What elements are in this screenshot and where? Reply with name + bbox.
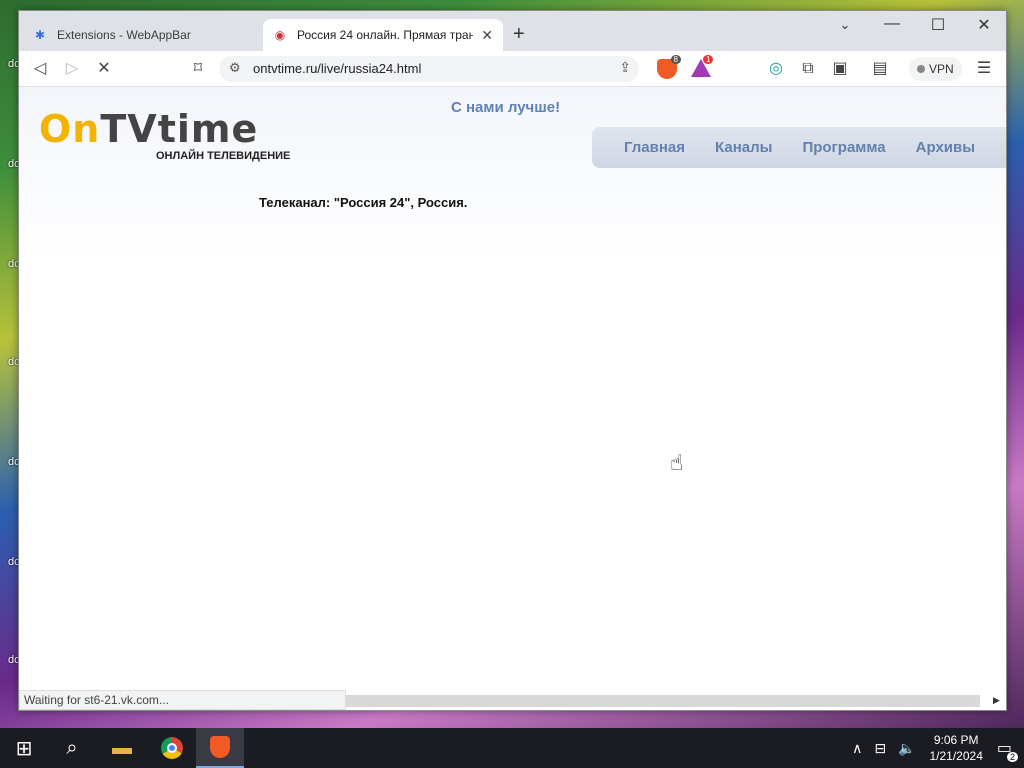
status-bubble: Waiting for st6-21.vk.com... <box>19 690 346 710</box>
browser-window: ✱ Extensions - WebAppBar ◉ Россия 24 онл… <box>18 10 1007 711</box>
clock-time: 9:06 PM <box>933 733 979 747</box>
logo-tvtime: TVtime <box>100 107 259 151</box>
nav-channels[interactable]: Каналы <box>715 139 772 156</box>
clock[interactable]: 9:06 PM 1/21/2024 <box>929 732 982 764</box>
logo-subtitle: ОНЛАЙН ТЕЛЕВИДЕНИЕ <box>156 150 291 162</box>
address-bar[interactable]: ⚙ ontvtime.ru/live/russia24.html ⇪ <box>219 56 639 82</box>
hand-cursor-icon: ☝ <box>670 450 684 475</box>
wallet-icon[interactable]: ▤ <box>869 58 891 80</box>
share-icon[interactable]: ⇪ <box>619 59 631 76</box>
show-hidden-icons-icon[interactable]: ∧ <box>852 740 862 757</box>
page-viewport: С нами лучше! OnTVtime ОНЛАЙН ТЕЛЕВИДЕНИ… <box>19 87 1006 710</box>
network-icon[interactable]: ⊟ <box>874 740 886 757</box>
brave-shields-icon[interactable]: 8 <box>657 55 681 79</box>
notification-center-icon[interactable]: ▭ 2 <box>997 738 1018 762</box>
new-tab-icon[interactable]: + <box>513 23 525 46</box>
tab-russia24[interactable]: ◉ Россия 24 онлайн. Прямая трансляция ✕ <box>263 19 503 51</box>
tab-extensions[interactable]: ✱ Extensions - WebAppBar <box>25 19 259 51</box>
forward-icon[interactable]: ▷ <box>61 58 83 80</box>
extension-icon[interactable]: ◎ <box>765 58 787 80</box>
tab-title: Extensions - WebAppBar <box>57 28 191 42</box>
main-nav: Главная Каналы Программа Архивы <box>592 127 1006 168</box>
scroll-right-icon[interactable]: ▶ <box>993 695 1000 706</box>
chrome-icon[interactable] <box>148 728 196 768</box>
browser-toolbar: ◁ ▷ ✕ ⌑ ⚙ ontvtime.ru/live/russia24.html… <box>19 51 1006 87</box>
tab-strip: ✱ Extensions - WebAppBar ◉ Россия 24 онл… <box>19 11 1006 51</box>
slogan: С нами лучше! <box>451 99 561 116</box>
url-text[interactable]: ontvtime.ru/live/russia24.html <box>253 61 421 76</box>
extensions-puzzle-icon[interactable]: ⧉ <box>797 58 819 80</box>
file-explorer-icon[interactable]: ▬ <box>98 728 146 768</box>
site-logo[interactable]: OnTVtime <box>39 107 258 151</box>
nav-archives[interactable]: Архивы <box>916 139 975 156</box>
logo-on: On <box>39 107 101 151</box>
tab-search-icon[interactable]: ⌄ <box>822 17 868 33</box>
brave-rewards-icon[interactable]: 1 <box>691 55 714 77</box>
vpn-status-dot <box>917 65 925 73</box>
system-tray: ∧ ⊟ 🔈 9:06 PM 1/21/2024 ▭ 2 <box>846 728 1024 768</box>
nav-program[interactable]: Программа <box>802 139 885 156</box>
taskbar: ⊞ ⌕ ▬ ∧ ⊟ 🔈 9:06 PM 1/21/2024 ▭ 2 <box>0 728 1024 768</box>
brave-icon[interactable] <box>196 728 244 768</box>
back-icon[interactable]: ◁ <box>29 58 51 80</box>
volume-muted-icon[interactable]: 🔈 <box>898 740 915 757</box>
clock-date: 1/21/2024 <box>929 749 983 763</box>
stop-loading-icon[interactable]: ✕ <box>93 58 115 80</box>
maximize-icon[interactable]: ☐ <box>915 15 961 35</box>
rewards-count: 1 <box>703 55 714 64</box>
close-window-icon[interactable]: ✕ <box>961 15 1007 35</box>
site-info-icon[interactable]: ⚙ <box>229 60 241 76</box>
minimize-icon[interactable]: — <box>869 15 915 33</box>
channel-title: Телеканал: "Россия 24", Россия. <box>259 195 468 210</box>
shields-count: 8 <box>670 55 681 64</box>
menu-icon[interactable]: ☰ <box>973 58 995 80</box>
site-header: С нами лучше! OnTVtime ОНЛАЙН ТЕЛЕВИДЕНИ… <box>19 87 1006 257</box>
bookmark-icon[interactable]: ⌑ <box>187 58 209 80</box>
sidebar-icon[interactable]: ▣ <box>829 58 851 80</box>
nav-home[interactable]: Главная <box>624 139 685 156</box>
tab-title: Россия 24 онлайн. Прямая трансляция <box>297 28 473 42</box>
notification-count: 2 <box>1006 752 1018 762</box>
vpn-button[interactable]: VPN <box>909 57 962 81</box>
tv-icon: ◉ <box>274 28 286 42</box>
puzzle-icon: ✱ <box>34 28 46 42</box>
vpn-label: VPN <box>929 62 954 76</box>
search-icon[interactable]: ⌕ <box>48 728 96 768</box>
windows-start-icon[interactable]: ⊞ <box>0 728 48 768</box>
close-tab-icon[interactable]: ✕ <box>481 27 493 44</box>
horizontal-scrollbar[interactable] <box>346 695 980 707</box>
